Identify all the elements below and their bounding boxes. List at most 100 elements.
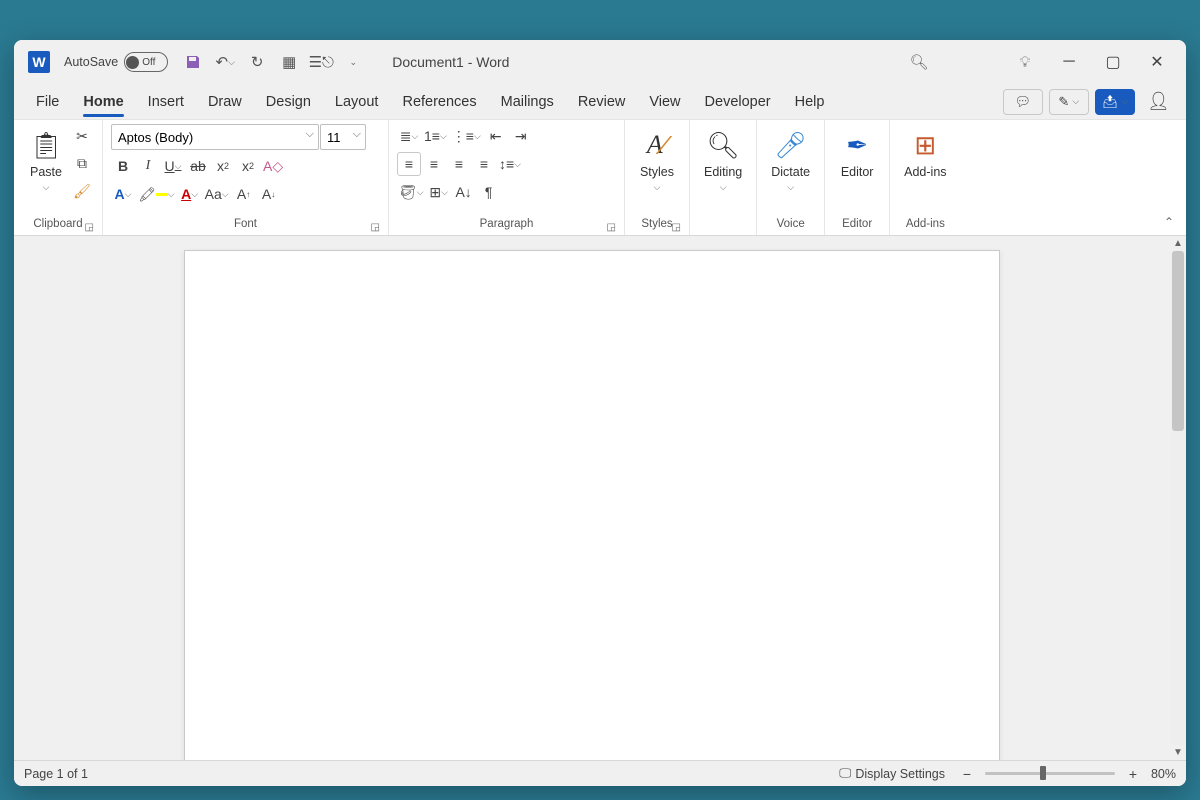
bold-button[interactable]: B [111,154,135,178]
underline-button[interactable]: U⌵ [161,154,185,178]
autosave-state: Off [142,57,155,68]
superscript-button[interactable]: x2 [236,154,260,178]
tab-insert[interactable]: Insert [136,88,196,116]
align-right-icon: ≡ [455,156,463,172]
align-center-button[interactable]: ≡ [422,152,446,176]
chevron-down-icon: ⌵ [441,187,448,198]
sort-button[interactable]: A↓ [452,180,476,204]
tips-button[interactable]: 💡︎ [1004,46,1046,78]
change-case-button[interactable]: Aa⌵ [203,182,231,206]
align-center-icon: ≡ [430,156,438,172]
font-size-select[interactable] [320,124,366,150]
strikethrough-button[interactable]: ab [186,154,210,178]
format-painter-button[interactable]: 🖌︎ [70,179,94,203]
chevron-down-icon: ⌵ [125,189,132,200]
tab-file[interactable]: File [24,88,71,116]
font-launcher[interactable]: ◲ [371,222,380,233]
numbering-button[interactable]: 1≡⌵ [422,124,449,148]
copy-button[interactable]: ⧉ [70,152,94,176]
align-left-button[interactable]: ≡ [397,152,421,176]
tab-review[interactable]: Review [566,88,638,116]
highlight-button[interactable]: 🖍︎⌵ [136,182,177,206]
tab-design[interactable]: Design [254,88,323,116]
qat-customize-button[interactable]: ⌄ [338,48,368,76]
styles-button[interactable]: A⁄ Styles ⌵ [633,124,681,197]
editor-button[interactable]: ✒︎ Editor [833,124,881,183]
editing-button[interactable]: 🔍︎ Editing ⌵ [698,124,748,197]
paint-bucket-icon: 🪣︎ [399,184,417,201]
touch-mode-button[interactable]: ☰⎋ [306,48,336,76]
ribbon-tabs: File Home Insert Draw Design Layout Refe… [14,84,1186,120]
justify-button[interactable]: ≡ [472,152,496,176]
zoom-level-label[interactable]: 80% [1151,767,1176,781]
close-button[interactable]: ✕ [1136,46,1178,78]
text-effects-button[interactable]: A⌵ [111,182,135,206]
page-count-label[interactable]: Page 1 of 1 [24,767,88,781]
save-button[interactable] [178,48,208,76]
borders-button[interactable]: ⊞⌵ [427,180,451,204]
tab-home[interactable]: Home [71,88,135,116]
group-addins: ⊞ Add-ins Add-ins [890,120,960,235]
tab-layout[interactable]: Layout [323,88,391,116]
search-button[interactable]: 🔍︎ [898,46,940,78]
autosave-toggle[interactable]: Off [124,52,168,72]
line-spacing-button[interactable]: ↕≡⌵ [497,152,523,176]
grow-font-button[interactable]: A↑ [232,182,256,206]
tab-view[interactable]: View [637,88,692,116]
zoom-in-button[interactable]: + [1121,762,1145,786]
share-button[interactable]: 📤︎⌵ [1095,89,1135,115]
shrink-font-button[interactable]: A↓ [257,182,281,206]
bullets-button[interactable]: ≣⌵ [397,124,421,148]
scroll-down-button[interactable]: ▼ [1173,745,1183,760]
dictate-button[interactable]: 🎤︎ Dictate ⌵ [765,124,816,197]
chevron-down-icon: ⌵ [175,161,182,172]
shading-button[interactable]: 🪣︎⌵ [397,180,426,204]
minimize-button[interactable]: ─ [1048,46,1090,78]
save-icon [185,54,201,70]
editor-icon: ✒︎ [840,128,874,162]
scrollbar-track[interactable] [1171,251,1185,745]
clear-formatting-button[interactable]: A◇ [261,154,285,178]
clipboard-launcher[interactable]: ◲ [85,222,94,233]
decrease-indent-button[interactable]: ⇤ [484,124,508,148]
subscript-button[interactable]: x2 [211,154,235,178]
tab-references[interactable]: References [390,88,488,116]
font-color-button[interactable]: A⌵ [178,182,202,206]
border-icon: ⊞ [429,184,441,201]
addins-button[interactable]: ⊞ Add-ins [898,124,952,183]
mode-toggle-button[interactable]: ▦ [274,48,304,76]
increase-indent-button[interactable]: ⇥ [509,124,533,148]
cut-button[interactable]: ✂︎ [70,125,94,149]
zoom-slider-thumb[interactable] [1040,766,1046,780]
zoom-slider[interactable] [985,772,1115,775]
display-settings-button[interactable]: 🖵Display Settings [839,766,945,781]
paste-button[interactable]: 📋︎ Paste ⌵ [22,124,70,197]
editing-mode-button[interactable]: ✎⌵ [1049,89,1089,115]
scissors-icon: ✂︎ [76,128,88,145]
redo-button[interactable]: ↻ [242,48,272,76]
comments-button[interactable]: 💬︎ [1003,89,1043,115]
autosave-control[interactable]: AutoSave Off [64,52,168,72]
zoom-out-button[interactable]: − [955,762,979,786]
align-right-button[interactable]: ≡ [447,152,471,176]
document-page[interactable] [184,250,1000,760]
styles-launcher[interactable]: ◲ [672,222,681,233]
font-name-select[interactable] [111,124,319,150]
undo-button[interactable]: ↶⌵ [210,48,240,76]
show-marks-button[interactable]: ¶ [477,180,501,204]
multilevel-button[interactable]: ⋮≡⌵ [450,124,483,148]
scrollbar-thumb[interactable] [1172,251,1184,431]
document-viewport[interactable] [14,236,1170,760]
tab-developer[interactable]: Developer [693,88,783,116]
collapse-ribbon-button[interactable]: ⌃ [1164,215,1174,229]
tab-help[interactable]: Help [783,88,837,116]
maximize-button[interactable]: ▢ [1092,46,1134,78]
paragraph-launcher[interactable]: ◲ [607,222,616,233]
chevron-down-icon: ⌵ [474,131,481,142]
tab-draw[interactable]: Draw [196,88,254,116]
account-button[interactable]: 👤︎ [1147,91,1170,112]
vertical-scrollbar[interactable]: ▲ ▼ [1170,236,1186,760]
italic-button[interactable]: I [136,154,160,178]
scroll-up-button[interactable]: ▲ [1173,236,1183,251]
tab-mailings[interactable]: Mailings [489,88,566,116]
